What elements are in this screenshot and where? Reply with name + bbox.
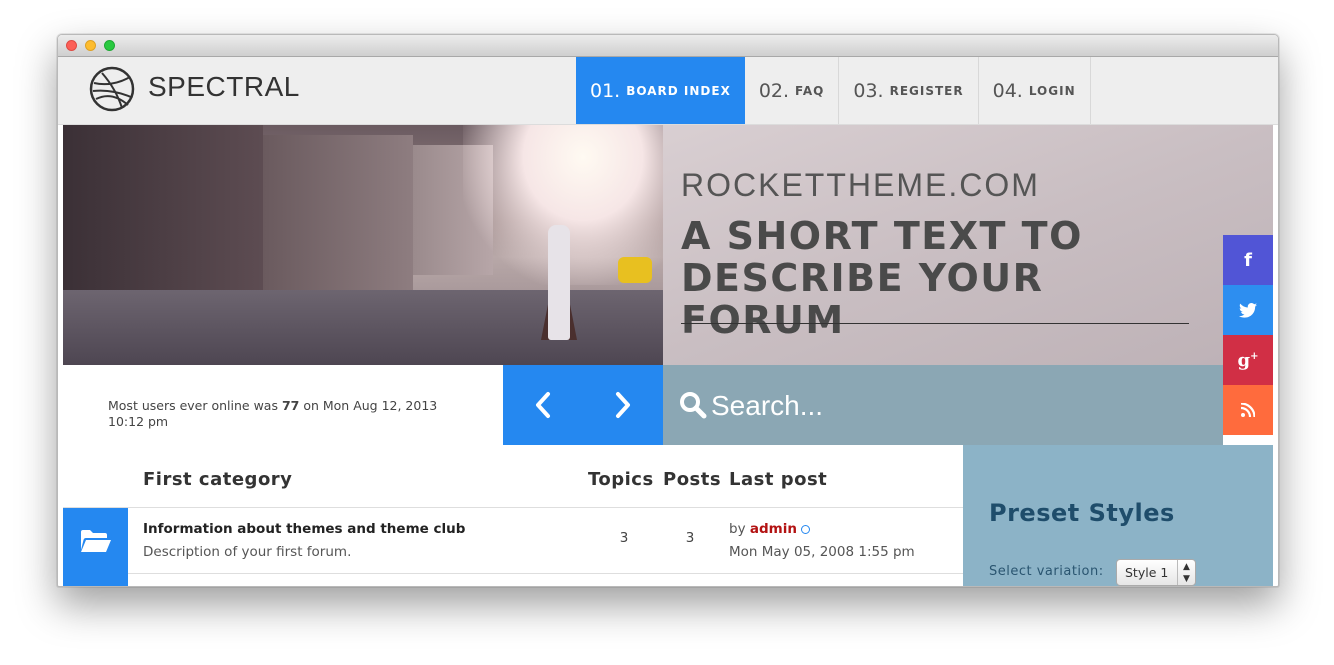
facebook-button[interactable]: f (1223, 235, 1273, 285)
chevron-left-icon (536, 392, 550, 418)
hero-street-photo (63, 125, 663, 365)
forum-list: First category Topics Posts Last post In… (63, 445, 963, 586)
stats-prefix: Most users ever online was (108, 398, 282, 413)
forum-status-icon (63, 508, 128, 574)
googleplus-button[interactable]: g+ (1223, 335, 1273, 385)
category-title[interactable]: First category (143, 469, 292, 490)
facebook-icon: f (1244, 249, 1252, 271)
site-header: SPECTRAL 01. BOARD INDEX 02. FAQ 03. REG… (58, 57, 1278, 125)
hero-kicker: ROCKETTHEME.COM (681, 167, 1040, 203)
minimize-window-button[interactable] (85, 40, 96, 51)
column-posts: Posts (663, 469, 722, 490)
forum-row: Information about themes and theme club … (63, 508, 963, 574)
online-stats-text: Most users ever online was 77 on Mon Aug… (108, 398, 448, 430)
nav-label: BOARD INDEX (626, 83, 731, 98)
slider-controls (503, 365, 663, 445)
last-post-by-label: by (729, 521, 746, 537)
nav-label: LOGIN (1028, 83, 1076, 98)
goto-last-post-icon[interactable] (800, 525, 810, 534)
googleplus-icon: g+ (1237, 349, 1259, 371)
nav-login[interactable]: 04. LOGIN (979, 57, 1091, 124)
select-arrows-icon: ▲ ▼ (1177, 560, 1195, 585)
forum-page: SPECTRAL 01. BOARD INDEX 02. FAQ 03. REG… (58, 57, 1278, 586)
nav-register[interactable]: 03. REGISTER (839, 57, 979, 124)
last-post-author: by admin (729, 521, 810, 537)
stats-count: 77 (281, 398, 300, 413)
search-input[interactable] (709, 385, 1193, 427)
forum-title-link[interactable]: Information about themes and theme club (143, 521, 465, 537)
variation-label: Select variation: (989, 564, 1104, 579)
nav-number: 03. (853, 79, 884, 102)
social-bar: f g+ (1223, 235, 1273, 435)
nav-number: 04. (992, 79, 1023, 102)
close-window-button[interactable] (66, 40, 77, 51)
previous-slide-button[interactable] (503, 365, 583, 445)
main-nav: 01. BOARD INDEX 02. FAQ 03. REGISTER 04.… (576, 57, 1091, 124)
nav-label: REGISTER (889, 83, 964, 98)
hero-banner: ROCKETTHEME.COM A SHORT TEXT TO DESCRIBE… (63, 125, 1273, 365)
variation-selected-value: Style 1 (1125, 565, 1169, 580)
rss-button[interactable] (1223, 385, 1273, 435)
twitter-icon (1239, 302, 1257, 318)
spectral-logo-icon[interactable] (88, 65, 136, 113)
column-last-post: Last post (729, 469, 828, 490)
next-slide-button[interactable] (583, 365, 663, 445)
browser-window: SPECTRAL 01. BOARD INDEX 02. FAQ 03. REG… (57, 34, 1279, 587)
variation-select[interactable]: Style 1 ▲ ▼ (1116, 559, 1196, 586)
preset-styles-panel: Preset Styles Select variation: Style 1 … (963, 445, 1273, 586)
photo-building (63, 125, 263, 310)
photo-pedestrian (548, 225, 570, 340)
forum-description: Description of your first forum. (143, 544, 352, 560)
search-icon[interactable] (679, 391, 707, 419)
last-post-date: Mon May 05, 2008 1:55 pm (729, 544, 915, 560)
window-titlebar (58, 35, 1278, 57)
hero-text-panel: ROCKETTHEME.COM A SHORT TEXT TO DESCRIBE… (663, 125, 1273, 365)
last-post-user-link[interactable]: admin (750, 521, 797, 537)
nav-label: FAQ (795, 83, 825, 98)
chevron-right-icon (616, 392, 630, 418)
category-header: First category Topics Posts Last post (63, 445, 963, 508)
photo-building (263, 135, 413, 295)
forum-status-icon (63, 574, 128, 586)
nav-faq[interactable]: 02. FAQ (745, 57, 840, 124)
column-topics: Topics (588, 469, 654, 490)
twitter-button[interactable] (1223, 285, 1273, 335)
rss-icon (1241, 403, 1255, 417)
hero-divider (681, 323, 1189, 324)
search-bar (663, 365, 1223, 445)
photo-taxi (618, 257, 652, 283)
forum-topics-count: 3 (619, 530, 629, 546)
zoom-window-button[interactable] (104, 40, 115, 51)
nav-number: 01. (590, 79, 621, 102)
preset-styles-title: Preset Styles (989, 499, 1175, 527)
forum-posts-count: 3 (685, 530, 695, 546)
nav-board-index[interactable]: 01. BOARD INDEX (576, 57, 745, 124)
folder-open-icon (80, 530, 111, 552)
nav-number: 02. (758, 79, 790, 102)
site-brand[interactable]: SPECTRAL (148, 71, 300, 103)
online-stats: Most users ever online was 77 on Mon Aug… (63, 365, 503, 445)
